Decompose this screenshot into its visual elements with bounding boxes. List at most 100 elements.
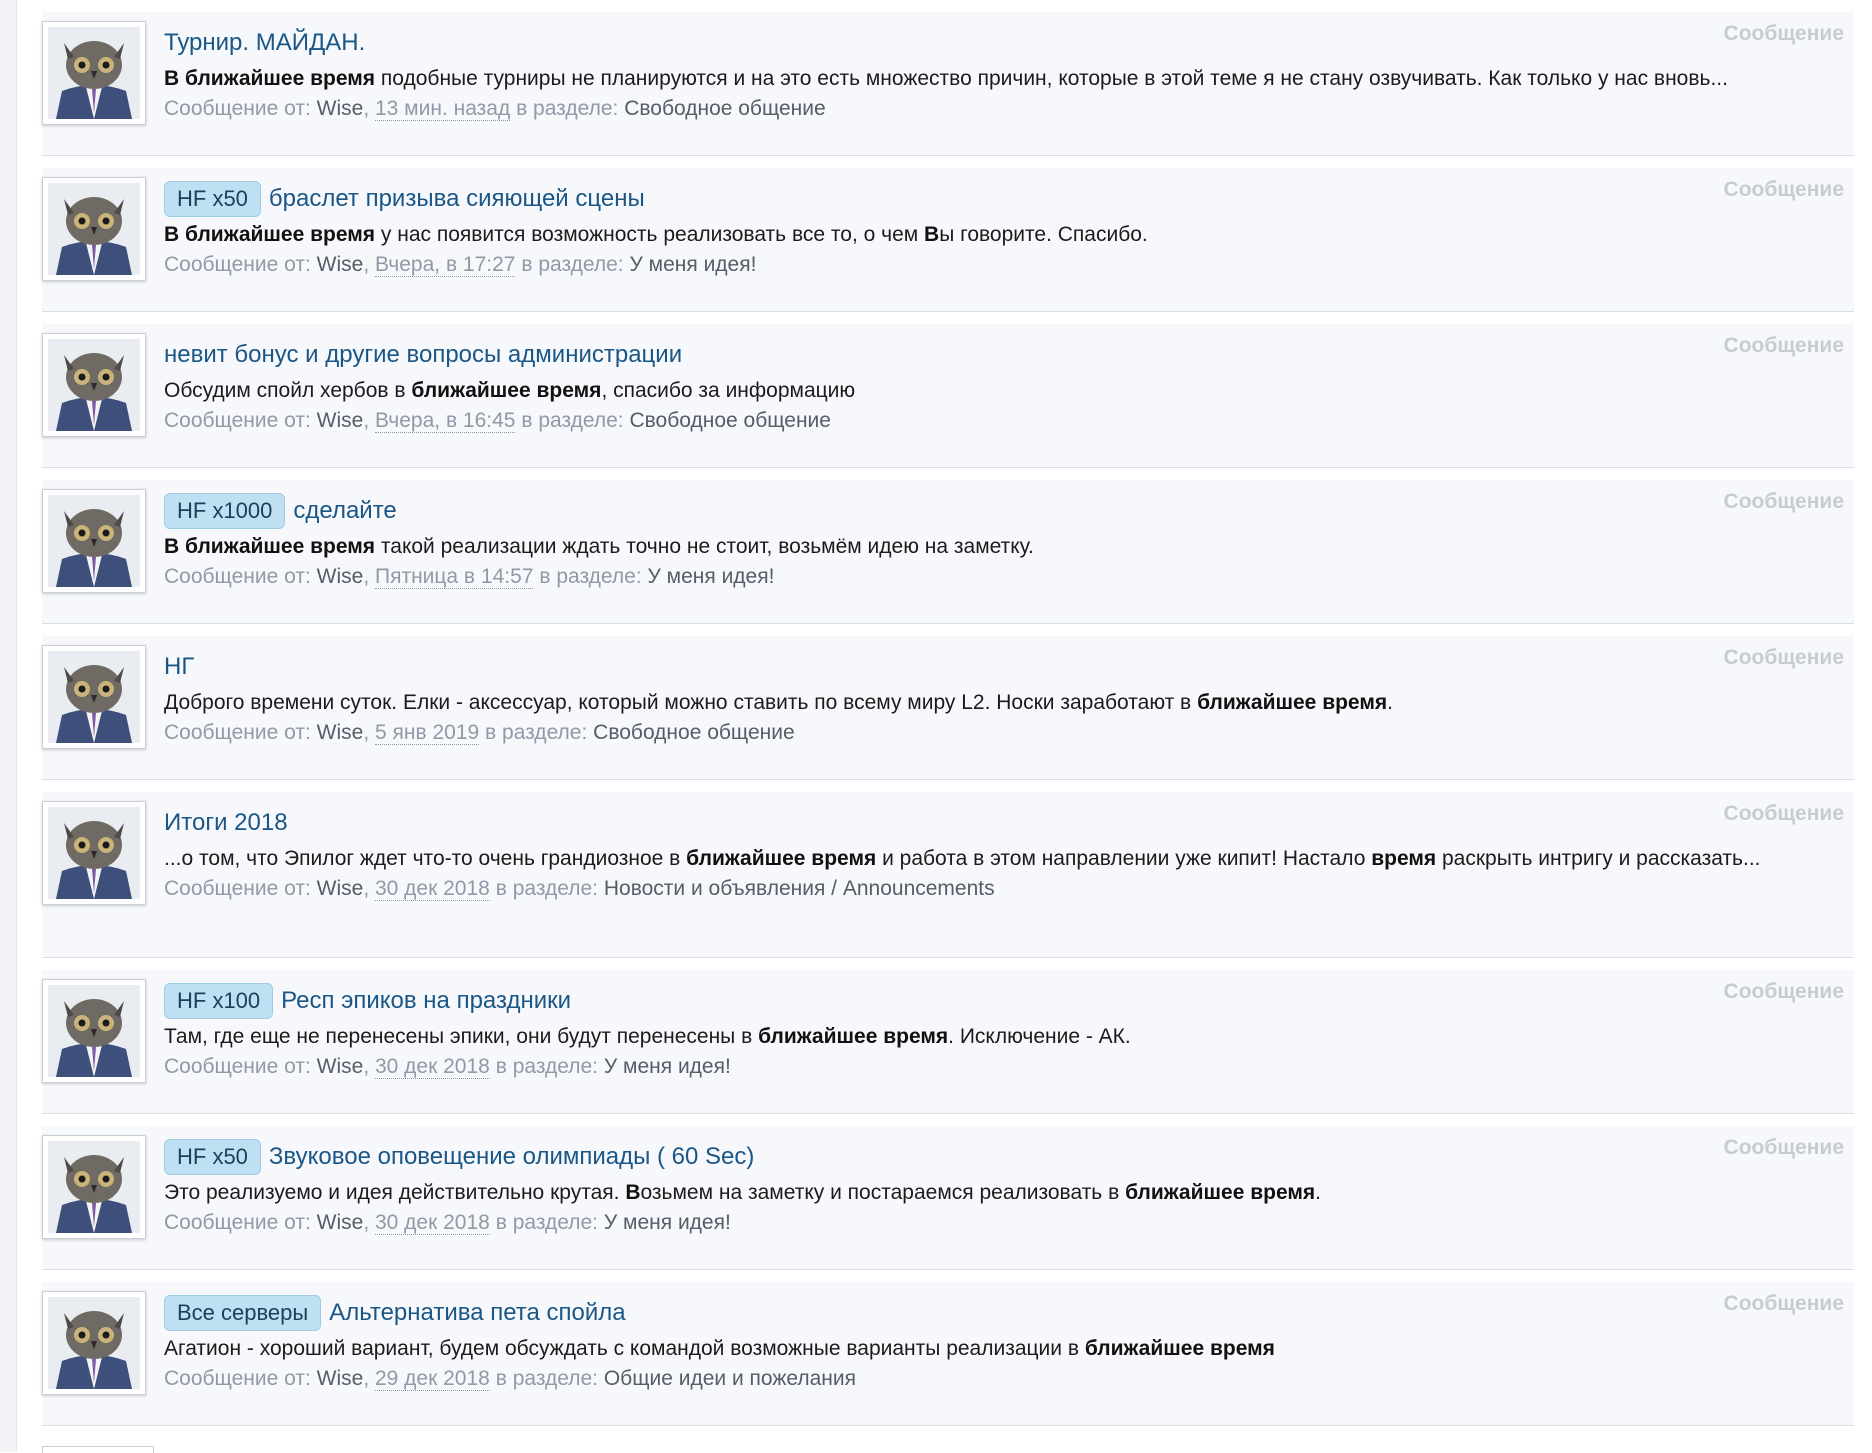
result-type-label: Сообщение bbox=[1723, 646, 1844, 669]
result-title-link[interactable]: невит бонус и другие вопросы администрац… bbox=[164, 341, 682, 369]
meta-author-label: Сообщение от: bbox=[164, 1367, 311, 1390]
result-title-link[interactable]: Альтернатива пета спойла bbox=[329, 1299, 625, 1327]
result-title-link[interactable]: Звуковое оповещение олимпиады ( 60 Sec) bbox=[269, 1143, 754, 1171]
author-username-link[interactable]: Wise bbox=[317, 1055, 364, 1078]
post-timestamp: 30 дек 2018 bbox=[374, 877, 490, 901]
author-avatar[interactable] bbox=[42, 645, 146, 749]
snippet-highlight: В ближайшее время bbox=[164, 223, 376, 246]
author-username-link[interactable]: Wise bbox=[317, 565, 364, 588]
post-timestamp: 5 янв 2019 bbox=[374, 721, 480, 745]
author-avatar[interactable] bbox=[42, 21, 146, 125]
meta-author-label: Сообщение от: bbox=[164, 253, 311, 276]
forum-link[interactable]: У меня идея! bbox=[604, 1211, 731, 1234]
result-meta: Сообщение от: Wise, 30 дек 2018 в раздел… bbox=[164, 877, 995, 901]
search-result: НГ Доброго времени суток. Елки - аксессуа… bbox=[42, 636, 1854, 780]
owl-avatar-image bbox=[48, 985, 140, 1077]
author-username-link[interactable]: Wise bbox=[317, 97, 364, 120]
snippet-text: Доброго времени суток. Елки - аксессуар,… bbox=[164, 691, 1198, 714]
forum-link[interactable]: У меня идея! bbox=[604, 1055, 731, 1078]
snippet-highlight: время bbox=[1371, 847, 1437, 870]
result-title-link[interactable]: Турнир. МАЙДАН. bbox=[164, 29, 365, 57]
author-avatar[interactable] bbox=[42, 489, 146, 593]
result-content: Итоги 2018 ...о том, что Эпилог ждет что-… bbox=[164, 804, 1834, 904]
snippet-text: . bbox=[1315, 1181, 1321, 1204]
result-title-line: Итоги 2018 bbox=[164, 804, 1834, 842]
result-meta: Сообщение от: Wise, Пятница в 14:57 в ра… bbox=[164, 565, 775, 589]
result-title-line: НГ bbox=[164, 648, 1834, 686]
thread-prefix-badge[interactable]: Все серверы bbox=[164, 1295, 322, 1331]
meta-author-label: Сообщение от: bbox=[164, 97, 311, 120]
result-snippet: Обсудим спойл хербов в ближайшее время, … bbox=[164, 376, 1834, 405]
snippet-text: Обсудим спойл хербов в bbox=[164, 379, 412, 402]
meta-section-label: в разделе: bbox=[495, 1055, 598, 1078]
forum-link[interactable]: Новости и объявления / Announcements bbox=[604, 877, 995, 900]
snippet-text: . bbox=[1387, 691, 1393, 714]
post-timestamp: 13 мин. назад bbox=[374, 97, 511, 121]
author-avatar[interactable] bbox=[42, 1135, 146, 1239]
result-title-line: невит бонус и другие вопросы администрац… bbox=[164, 336, 1834, 374]
author-avatar[interactable] bbox=[42, 177, 146, 281]
snippet-highlight: ближайшее время bbox=[686, 847, 877, 870]
result-snippet: В ближайшее время подобные турниры не пл… bbox=[164, 64, 1834, 93]
author-username-link[interactable]: Wise bbox=[317, 1367, 364, 1390]
result-meta: Сообщение от: Wise, 13 мин. назад в разд… bbox=[164, 97, 826, 121]
post-timestamp: Вчера, в 17:27 bbox=[374, 253, 516, 277]
author-username-link[interactable]: Wise bbox=[317, 409, 364, 432]
owl-avatar-image bbox=[48, 1297, 140, 1389]
thread-prefix-badge[interactable]: HF x1000 bbox=[164, 493, 286, 529]
snippet-text: подобные турниры не планируются и на это… bbox=[375, 67, 1728, 90]
search-result: невит бонус и другие вопросы администрац… bbox=[42, 324, 1854, 468]
author-username-link[interactable]: Wise bbox=[317, 721, 364, 744]
forum-link[interactable]: Общие идеи и пожелания bbox=[604, 1367, 856, 1390]
snippet-highlight: В ближайшее время bbox=[164, 535, 376, 558]
snippet-highlight: ближайшее время bbox=[411, 379, 602, 402]
forum-link[interactable]: Свободное общение bbox=[629, 409, 831, 432]
author-username-link[interactable]: Wise bbox=[317, 877, 364, 900]
author-username-link[interactable]: Wise bbox=[317, 253, 364, 276]
result-content: HF x100 Респ эпиков на праздники Там, где … bbox=[164, 982, 1834, 1082]
thread-prefix-badge[interactable]: HF x100 bbox=[164, 983, 274, 1019]
forum-link[interactable]: Свободное общение bbox=[624, 97, 826, 120]
thread-prefix-badge[interactable]: HF x50 bbox=[164, 1139, 261, 1175]
snippet-text: у нас появится возможность реализовать в… bbox=[375, 223, 925, 246]
search-result: HF x100 Респ эпиков на праздники Там, где … bbox=[42, 970, 1854, 1114]
author-avatar[interactable] bbox=[42, 333, 146, 437]
snippet-text: Агатион - хороший вариант, будем обсужда… bbox=[164, 1337, 1085, 1360]
forum-link[interactable]: У меня идея! bbox=[629, 253, 756, 276]
meta-section-label: в разделе: bbox=[495, 1367, 598, 1390]
result-meta: Сообщение от: Wise, Вчера, в 17:27 в раз… bbox=[164, 253, 757, 277]
snippet-text: раскрыть интригу и рассказать... bbox=[1436, 847, 1761, 870]
author-avatar[interactable] bbox=[42, 801, 146, 905]
search-result: HF x1000 сделайте В ближайшее время такой … bbox=[42, 480, 1854, 624]
search-results-list: Турнир. МАЙДАН. В ближайшее время подобны… bbox=[42, 12, 1854, 1438]
result-snippet: Агатион - хороший вариант, будем обсужда… bbox=[164, 1334, 1834, 1363]
result-title-line: Турнир. МАЙДАН. bbox=[164, 24, 1834, 62]
search-result: Все серверы Альтернатива пета спойла Агати… bbox=[42, 1282, 1854, 1426]
author-username-link[interactable]: Wise bbox=[317, 1211, 364, 1234]
snippet-highlight: В ближайшее время bbox=[164, 67, 376, 90]
result-snippet: В ближайшее время у нас появится возможн… bbox=[164, 220, 1834, 249]
forum-link[interactable]: Свободное общение bbox=[593, 721, 795, 744]
result-title-link[interactable]: сделайте bbox=[293, 497, 396, 525]
author-avatar[interactable] bbox=[42, 1291, 146, 1395]
result-meta: Сообщение от: Wise, 30 дек 2018 в раздел… bbox=[164, 1055, 731, 1079]
result-snippet: Это реализуемо и идея действительно крут… bbox=[164, 1178, 1834, 1207]
result-type-label: Сообщение bbox=[1723, 178, 1844, 201]
result-content: HF x50 браслет призыва сияющей сцены В бли… bbox=[164, 180, 1834, 280]
result-snippet: ...о том, что Эпилог ждет что-то очень г… bbox=[164, 844, 1834, 873]
meta-author-label: Сообщение от: bbox=[164, 1055, 311, 1078]
result-title-link[interactable]: браслет призыва сияющей сцены bbox=[269, 185, 645, 213]
result-snippet: В ближайшее время такой реализации ждать… bbox=[164, 532, 1834, 561]
result-title-link[interactable]: НГ bbox=[164, 653, 194, 681]
forum-link[interactable]: У меня идея! bbox=[647, 565, 774, 588]
meta-section-label: в разделе: bbox=[521, 409, 624, 432]
result-content: НГ Доброго времени суток. Елки - аксессуа… bbox=[164, 648, 1834, 748]
result-title-link[interactable]: Респ эпиков на праздники bbox=[281, 987, 571, 1015]
result-meta: Сообщение от: Wise, 5 янв 2019 в разделе… bbox=[164, 721, 795, 745]
result-title-line: HF x100 Респ эпиков на праздники bbox=[164, 982, 1834, 1020]
result-title-link[interactable]: Итоги 2018 bbox=[164, 809, 288, 837]
author-avatar[interactable] bbox=[42, 979, 146, 1083]
result-content: Все серверы Альтернатива пета спойла Агати… bbox=[164, 1294, 1834, 1394]
meta-author-label: Сообщение от: bbox=[164, 877, 311, 900]
thread-prefix-badge[interactable]: HF x50 bbox=[164, 181, 261, 217]
